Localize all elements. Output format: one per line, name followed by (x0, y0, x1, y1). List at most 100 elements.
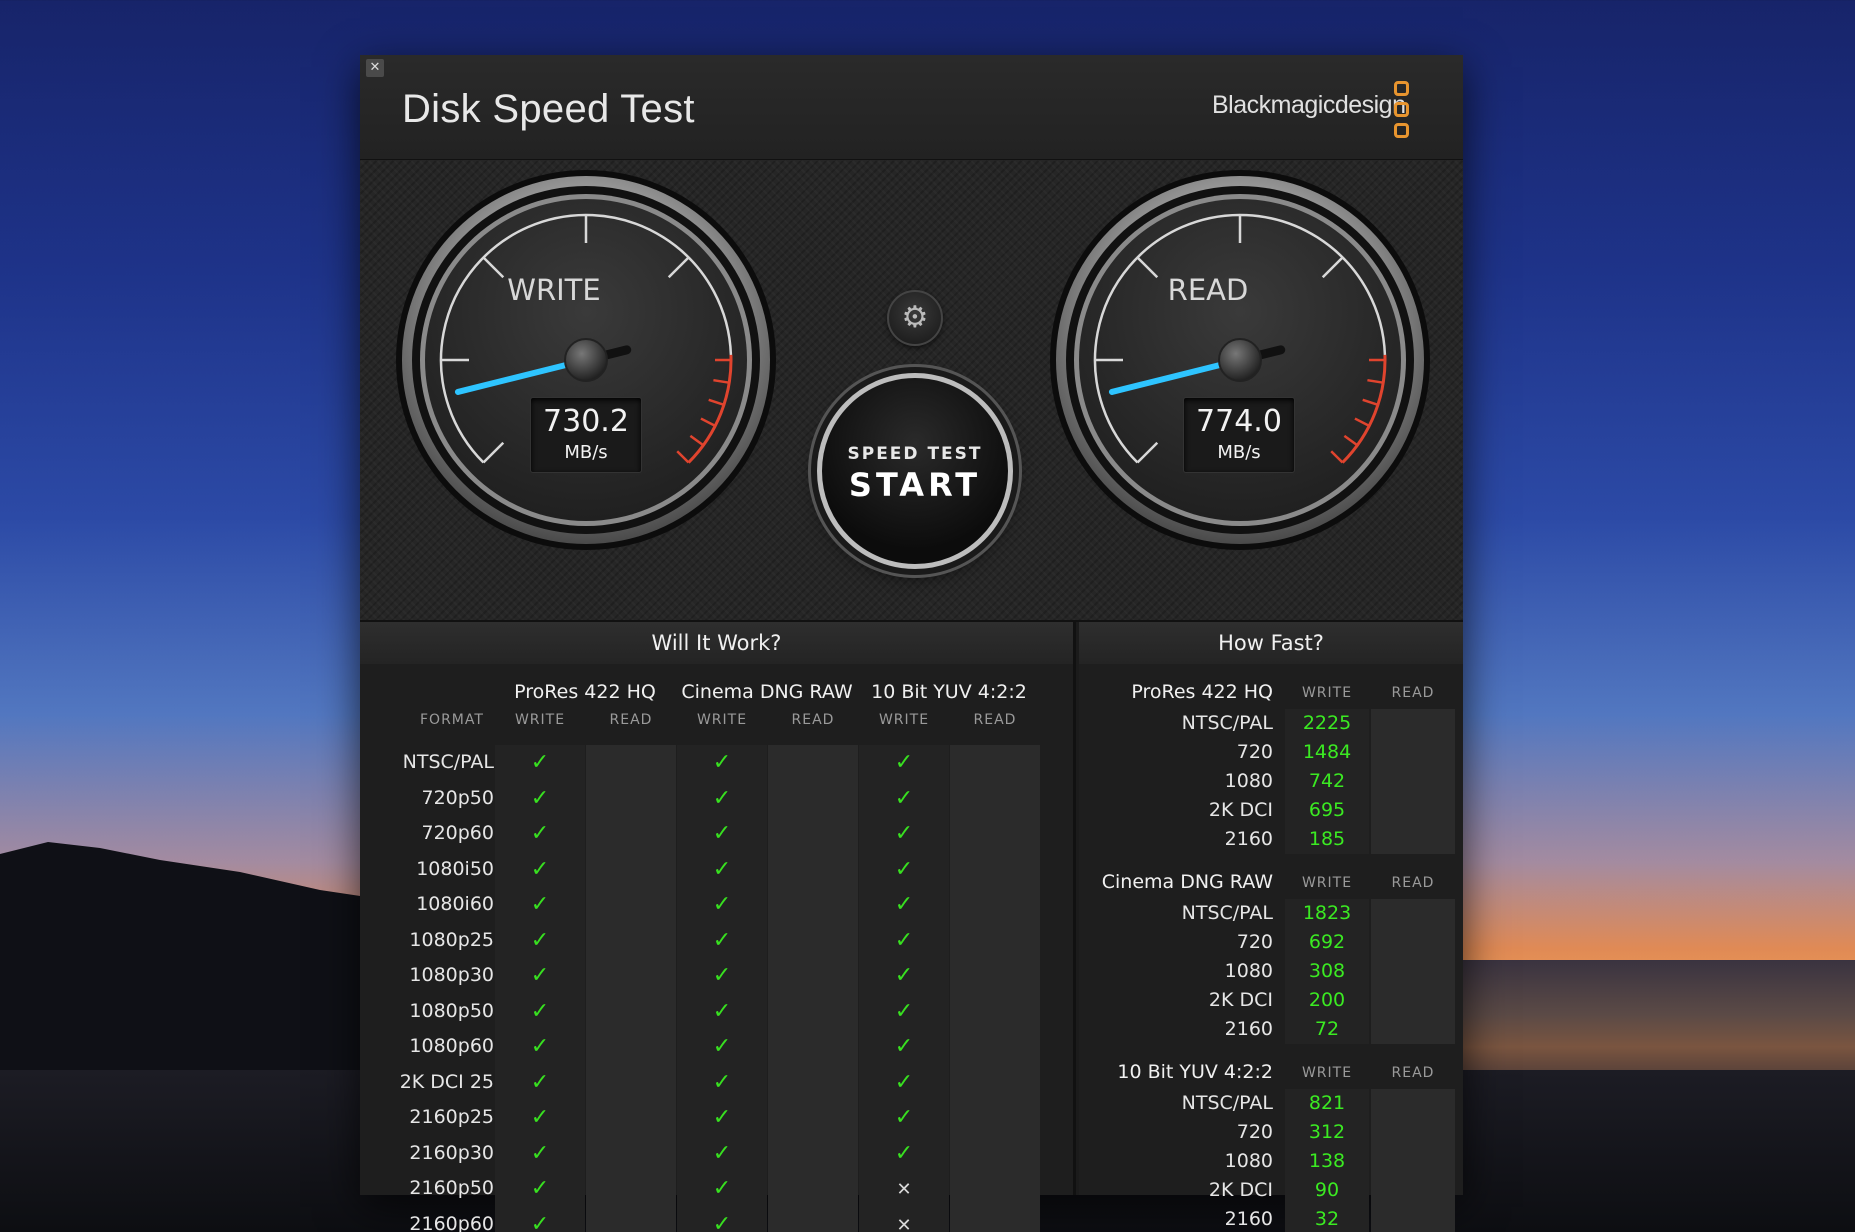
write-result-cell: ✓ (859, 993, 949, 1029)
write-result-cell: ✓ (677, 1029, 767, 1065)
checkmark-icon: ✓ (894, 750, 914, 775)
read-value: 774.0 (1196, 404, 1282, 439)
read-speed-value (1371, 899, 1455, 928)
will-write-subheader: WRITE (514, 712, 566, 728)
write-speed-value: 185 (1285, 825, 1369, 854)
will-table-row: 1080p30 ✓ ✓ ✓ (360, 958, 1076, 994)
will-write-subheader: WRITE (878, 712, 930, 728)
write-result-cell: ✓ (677, 922, 767, 958)
settings-gear-icon[interactable]: ⚙ (887, 290, 943, 346)
cross-icon: ✕ (896, 1214, 912, 1232)
format-column-header: FORMAT (420, 712, 484, 728)
checkmark-icon: ✓ (530, 1211, 550, 1232)
fast-table-row: 2160 32 (1079, 1205, 1463, 1232)
close-button[interactable]: ✕ (366, 59, 384, 77)
checkmark-icon: ✓ (530, 1069, 550, 1095)
will-table-row: 720p60 ✓ ✓ ✓ (360, 816, 1076, 852)
write-value-box: 730.2 MB/s (530, 397, 642, 473)
write-result-cell: ✓ (495, 1029, 585, 1065)
read-result-cell (586, 993, 676, 1029)
read-result-cell (950, 745, 1040, 781)
fast-table-row: 2K DCI 200 (1079, 986, 1463, 1015)
format-name: 2160p50 (409, 1177, 494, 1199)
write-speed-value: 692 (1285, 928, 1369, 957)
will-table-row: 1080p25 ✓ ✓ ✓ (360, 922, 1076, 958)
format-name: 2160p30 (409, 1141, 494, 1164)
read-result-cell (950, 993, 1040, 1029)
fast-table-row: 1080 308 (1079, 957, 1463, 986)
start-button-label: START (848, 466, 982, 504)
will-table-row: 720p50 ✓ ✓ ✓ (360, 780, 1076, 816)
format-name: 1080 (1224, 1150, 1273, 1172)
fast-table-row: NTSC/PAL 2225 (1079, 709, 1463, 738)
will-table-row: 2160p60 ✓ ✓ ✕ (360, 1206, 1076, 1232)
checkmark-icon: ✓ (712, 785, 732, 811)
format-name: 720 (1236, 931, 1273, 953)
checkmark-icon: ✓ (712, 963, 732, 988)
write-result-cell: ✓ (495, 958, 585, 994)
format-name: 2K DCI 25 (399, 1070, 494, 1093)
read-result-cell (950, 1100, 1040, 1136)
will-group-header: Cinema DNG RAW (681, 681, 853, 703)
speed-test-start-button[interactable]: SPEED TEST START (817, 373, 1013, 569)
read-speed-value (1371, 986, 1455, 1015)
will-it-work-panel: Will It Work? FORMAT ProRes 422 HQ WRITE R… (360, 622, 1076, 1232)
write-result-cell: ✓ (859, 1064, 949, 1100)
write-result-cell: ✓ (677, 1135, 767, 1171)
write-result-cell: ✓ (859, 851, 949, 887)
write-speed-value: 72 (1285, 1015, 1369, 1044)
write-result-cell: ✓ (677, 1064, 767, 1100)
read-result-cell (950, 816, 1040, 852)
fast-read-subheader: READ (1391, 685, 1435, 701)
read-result-cell (768, 1100, 858, 1136)
checkmark-icon: ✓ (894, 927, 914, 953)
checkmark-icon: ✓ (530, 927, 550, 953)
write-speed-value: 821 (1285, 1089, 1369, 1118)
read-result-cell (950, 1029, 1040, 1065)
write-result-cell: ✕ (859, 1171, 949, 1207)
fast-table-row: 720 692 (1079, 928, 1463, 957)
checkmark-icon: ✓ (712, 1176, 732, 1201)
read-result-cell (768, 1064, 858, 1100)
checkmark-icon: ✓ (530, 1176, 550, 1201)
how-fast-panel: How Fast? ProRes 422 HQ WRITE READ NTSC/PAL… (1079, 622, 1463, 1232)
fast-table-row: 2K DCI 90 (1079, 1176, 1463, 1205)
fast-table-row: 2160 185 (1079, 825, 1463, 854)
app-title: Disk Speed Test (402, 87, 695, 131)
write-result-cell: ✕ (859, 1206, 949, 1232)
read-speed-value (1371, 796, 1455, 825)
read-result-cell (950, 922, 1040, 958)
gauge-panel: ⚙ SPEED TEST START WRITE 730.2 MB/s READ… (360, 160, 1463, 622)
write-result-cell: ✓ (495, 922, 585, 958)
write-speed-value: 90 (1285, 1176, 1369, 1205)
checkmark-icon: ✓ (712, 856, 732, 882)
write-result-cell: ✓ (495, 1171, 585, 1207)
write-gauge-label: WRITE (507, 273, 601, 307)
read-speed-value (1371, 1176, 1455, 1205)
read-result-cell (586, 1100, 676, 1136)
checkmark-icon: ✓ (530, 821, 550, 846)
format-name: 2K DCI (1208, 799, 1273, 821)
checkmark-icon: ✓ (894, 856, 914, 882)
format-name: 2160p60 (409, 1212, 494, 1232)
will-table-row: NTSC/PAL ✓ ✓ ✓ (360, 745, 1076, 781)
read-speed-value (1371, 767, 1455, 796)
read-gauge (1050, 170, 1430, 550)
write-unit: MB/s (564, 442, 608, 463)
checkmark-icon: ✓ (712, 1140, 732, 1166)
read-result-cell (768, 1135, 858, 1171)
checkmark-icon: ✓ (894, 963, 914, 988)
fast-table-row: 720 312 (1079, 1118, 1463, 1147)
checkmark-icon: ✓ (530, 1140, 550, 1166)
read-result-cell (768, 1206, 858, 1232)
fast-group-header: 10 Bit YUV 4:2:2 (1117, 1061, 1273, 1083)
write-gauge (396, 170, 776, 550)
read-result-cell (586, 1206, 676, 1232)
fast-table-row: NTSC/PAL 821 (1079, 1089, 1463, 1118)
format-name: 2160p25 (409, 1106, 494, 1128)
write-speed-value: 308 (1285, 957, 1369, 986)
read-result-cell (586, 958, 676, 994)
read-result-cell (586, 851, 676, 887)
format-name: 720p50 (421, 786, 494, 809)
fast-table-row: 2K DCI 695 (1079, 796, 1463, 825)
